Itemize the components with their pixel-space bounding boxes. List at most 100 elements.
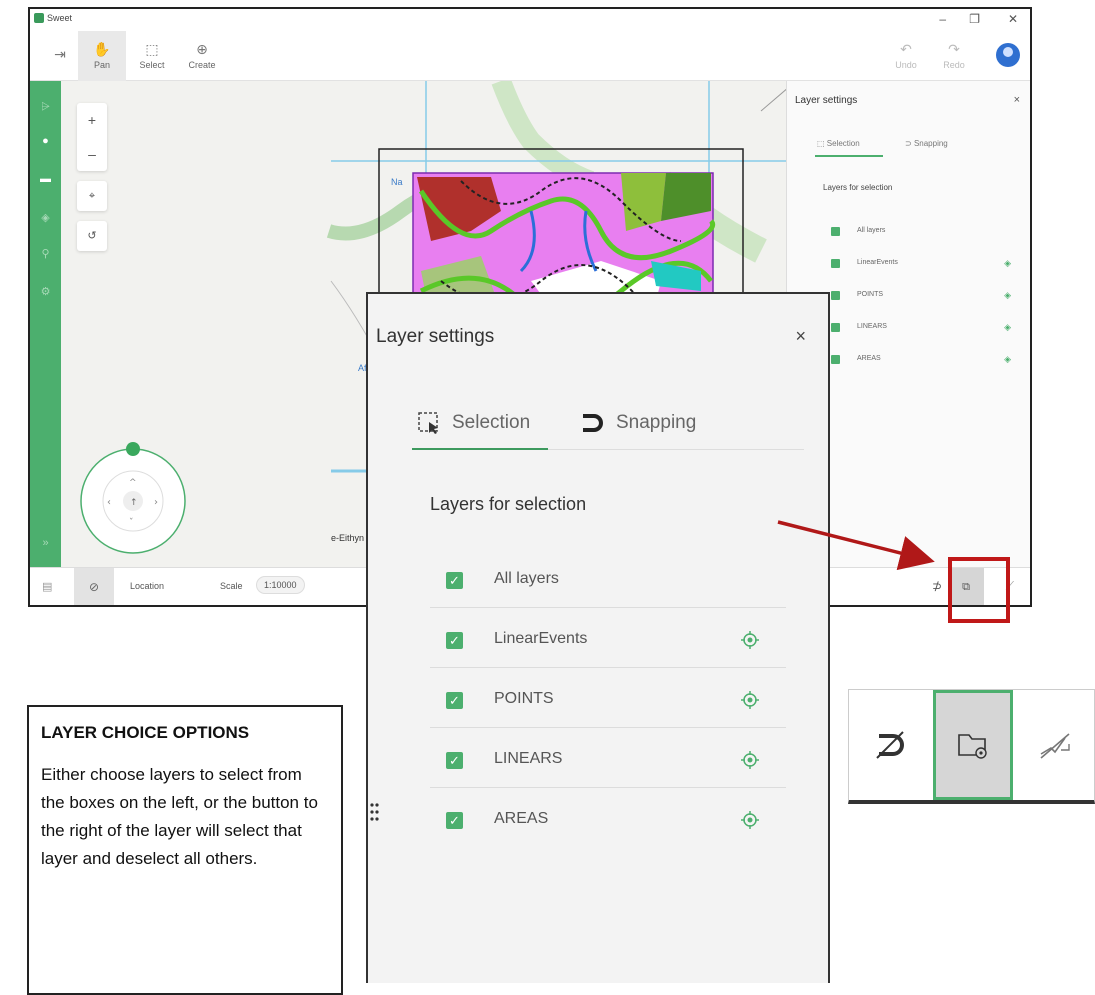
layer-row[interactable]: POINTS ◈ [831, 289, 1011, 305]
layer-label: AREAS [494, 810, 549, 827]
target-icon[interactable]: ◈ [1004, 354, 1011, 365]
location-label: Location [130, 581, 165, 591]
layer-checkbox[interactable]: ✓ [446, 752, 463, 769]
layers-icon[interactable]: ◈ [30, 211, 61, 224]
layer-checkbox[interactable]: ✓ [446, 632, 463, 649]
selection-icon: ⬚ [817, 139, 827, 148]
redo-label: Redo [943, 60, 965, 70]
tools-icon[interactable]: ⚙ [30, 285, 61, 298]
map-label: Na [391, 177, 403, 187]
compass-icon: ⊘ [88, 580, 100, 594]
tab-snapping[interactable]: Snapping [580, 412, 696, 434]
create-label: Create [188, 60, 216, 70]
snapping-off-button[interactable] [851, 690, 931, 800]
target-icon[interactable] [740, 690, 760, 710]
pan-down-icon[interactable]: ˇ [129, 517, 134, 528]
layer-row[interactable]: LINEARS ◈ [831, 321, 1011, 337]
select-icon: ⬚ [145, 41, 159, 57]
navigation-compass[interactable]: ↑ ‹ › ^ ˇ [77, 429, 197, 559]
zoomed-layer-settings-panel: Layer settings × Selection Snapping Laye… [366, 292, 830, 983]
title-bar: Sweet – ❐ ✕ [30, 9, 1030, 31]
target-icon[interactable]: ◈ [1004, 290, 1011, 301]
drag-handle-icon[interactable] [370, 802, 382, 824]
layer-checkbox[interactable] [831, 227, 840, 236]
search-icon[interactable]: ⚲ [30, 247, 61, 260]
layer-checkbox[interactable] [831, 323, 840, 332]
close-window-icon[interactable]: ✕ [1008, 12, 1018, 26]
app-logo-icon [34, 13, 44, 23]
filter-icon[interactable]: ⩥ [30, 101, 61, 114]
pan-right-icon[interactable]: › [154, 497, 158, 508]
undo-icon: ↶ [900, 41, 912, 57]
layer-checkbox[interactable] [831, 259, 840, 268]
toolbar-inset [848, 689, 1095, 804]
pin-icon[interactable]: ● [30, 135, 61, 147]
tab-snapping-label: Snapping [913, 139, 948, 148]
create-button[interactable]: ⊕ Create [178, 31, 226, 81]
layer-selection-button[interactable] [933, 690, 1013, 800]
table-icon[interactable]: ▤ [42, 580, 52, 593]
expand-icon[interactable]: » [30, 537, 61, 549]
history-button[interactable]: ↺ [77, 221, 107, 251]
target-icon[interactable]: ◈ [1004, 322, 1011, 333]
layer-row[interactable]: LinearEvents ◈ [831, 257, 1011, 273]
layer-row[interactable]: ✓ POINTS [430, 668, 786, 728]
undo-button[interactable]: ↶ Undo [882, 31, 930, 81]
active-tab-indicator [815, 155, 883, 157]
target-icon[interactable] [740, 630, 760, 650]
hand-icon: ✋ [93, 41, 111, 57]
plus-circle-icon: ⊕ [196, 41, 208, 57]
pan-button[interactable]: ✋ Pan [78, 31, 126, 81]
layer-label: All layers [857, 227, 886, 234]
layer-label: POINTS [494, 690, 554, 707]
tab-snapping[interactable]: ⊃ Snapping [905, 139, 948, 148]
vehicle-icon[interactable]: ▬ [30, 173, 61, 185]
highlight-box [948, 557, 1010, 623]
close-icon[interactable]: × [1014, 94, 1020, 106]
locate-button[interactable]: ⌖ [77, 181, 107, 211]
zoom-in-button[interactable]: + [77, 103, 107, 137]
avatar[interactable] [996, 43, 1020, 67]
snapping-off-icon[interactable]: ⊅ [932, 579, 942, 593]
layer-row[interactable]: AREAS ◈ [831, 353, 1011, 369]
pan-left-icon[interactable]: ‹ [107, 497, 111, 508]
compass-toggle-button[interactable]: ⊘ [74, 568, 114, 605]
tab-selection[interactable]: ⬚ Selection [817, 139, 860, 148]
compass-handle[interactable] [126, 442, 140, 456]
selection-icon [418, 412, 438, 434]
layer-label: POINTS [857, 291, 884, 298]
redo-icon: ↷ [948, 41, 960, 57]
restore-icon[interactable]: ❐ [969, 12, 980, 26]
layer-row[interactable]: ✓ LINEARS [430, 728, 786, 788]
exit-button[interactable]: ⇥ [36, 31, 84, 81]
layer-checkbox[interactable]: ✓ [446, 692, 463, 709]
main-toolbar: ⇥ ✋ Pan ⬚ Select ⊕ Create ↶ Undo ↷ Redo [30, 31, 1030, 81]
tab-selection[interactable]: Selection [418, 412, 530, 434]
minimize-icon[interactable]: – [939, 12, 946, 26]
layer-checkbox[interactable] [831, 291, 840, 300]
layer-label: AREAS [857, 355, 881, 362]
target-icon[interactable] [740, 750, 760, 770]
callout-body: Either choose layers to select from the … [41, 765, 318, 868]
magnet-icon [583, 414, 603, 432]
target-icon[interactable]: ◈ [1004, 258, 1011, 269]
tab-selection-label: Selection [452, 412, 531, 433]
layer-row[interactable]: ✓ LinearEvents [430, 608, 786, 668]
layer-checkbox[interactable]: ✓ [446, 572, 463, 589]
select-button[interactable]: ⬚ Select [128, 31, 176, 81]
layer-row[interactable]: ✓ All layers [430, 548, 786, 608]
layer-label: All layers [494, 570, 559, 587]
pan-up-icon[interactable]: ^ [129, 478, 137, 488]
redo-button[interactable]: ↷ Redo [930, 31, 978, 81]
layer-row[interactable]: All layers [831, 225, 1011, 241]
scale-value[interactable]: 1:10000 [256, 576, 305, 594]
zoom-out-button[interactable]: – [77, 137, 107, 171]
exit-icon: ⇥ [54, 46, 66, 62]
tracing-off-button[interactable] [1015, 690, 1095, 800]
woodland-strip [491, 81, 595, 191]
layer-checkbox[interactable] [831, 355, 840, 364]
layer-row[interactable]: ✓ AREAS [430, 788, 786, 848]
close-icon[interactable]: × [795, 326, 806, 347]
layer-checkbox[interactable]: ✓ [446, 812, 463, 829]
target-icon[interactable] [740, 810, 760, 830]
